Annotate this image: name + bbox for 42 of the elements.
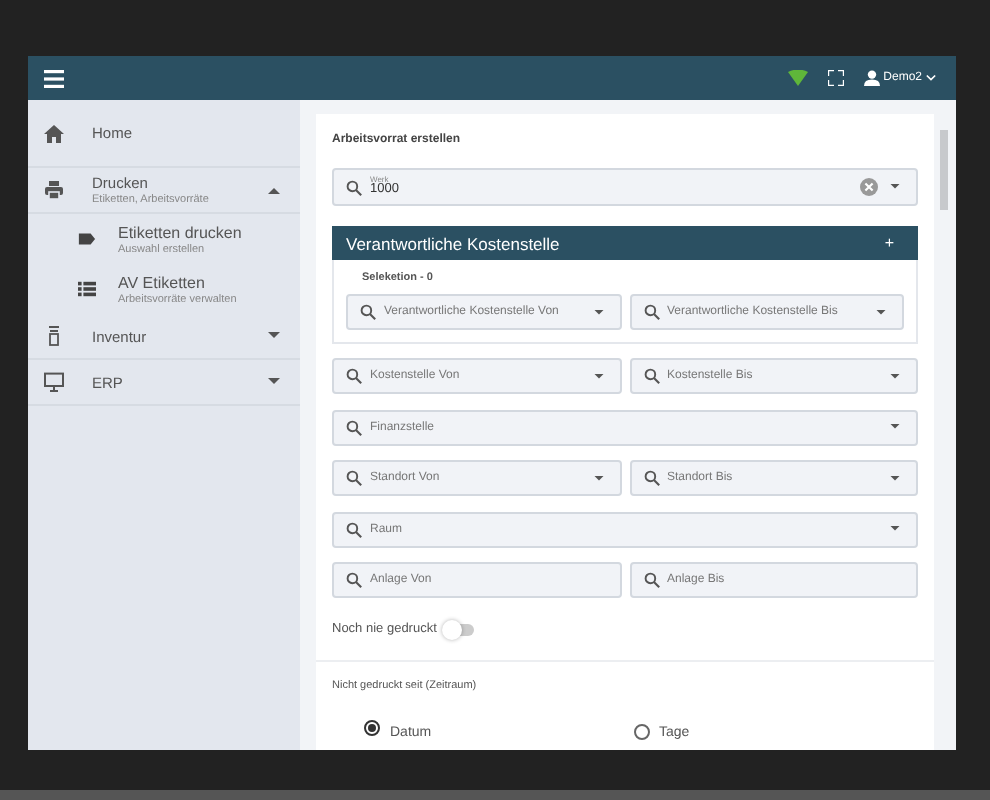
nav-label: Etiketten drucken bbox=[118, 223, 244, 241]
caret-icon bbox=[890, 184, 900, 190]
search-icon bbox=[346, 521, 362, 537]
scanner-icon bbox=[44, 326, 64, 346]
caret-icon bbox=[926, 74, 936, 82]
fullscreen-icon[interactable] bbox=[827, 70, 844, 86]
caret-icon bbox=[593, 475, 603, 481]
menu-icon[interactable] bbox=[44, 69, 64, 87]
panel-title: Verantwortliche Kostenstelle bbox=[346, 233, 560, 253]
home-icon bbox=[44, 123, 64, 143]
caret-icon bbox=[268, 332, 280, 340]
caret-icon bbox=[593, 309, 603, 315]
printer-icon bbox=[44, 180, 64, 200]
search-icon bbox=[346, 572, 362, 588]
scrollbar[interactable] bbox=[940, 130, 948, 210]
toggle-switch[interactable] bbox=[446, 623, 475, 635]
nav-label: AV Etiketten bbox=[118, 273, 207, 291]
caret-icon bbox=[890, 475, 900, 481]
caret-icon bbox=[593, 373, 603, 379]
user-icon bbox=[863, 70, 880, 86]
list-icon bbox=[78, 280, 96, 298]
caret-icon bbox=[890, 424, 900, 430]
search-icon bbox=[346, 179, 362, 195]
radio-button[interactable] bbox=[364, 719, 380, 735]
search-icon bbox=[643, 470, 659, 486]
caret-icon bbox=[890, 526, 900, 532]
add-button[interactable]: + bbox=[880, 234, 898, 252]
search-icon bbox=[360, 304, 376, 320]
clear-icon[interactable] bbox=[860, 178, 878, 196]
caret-icon bbox=[890, 373, 900, 379]
search-icon bbox=[346, 368, 362, 384]
caret-icon bbox=[268, 378, 280, 386]
caret-icon bbox=[268, 186, 280, 194]
search-icon bbox=[346, 419, 362, 435]
radio-button[interactable] bbox=[633, 724, 649, 740]
monitor-icon bbox=[44, 372, 64, 392]
search-icon bbox=[643, 572, 659, 588]
search-icon bbox=[643, 304, 659, 320]
search-icon bbox=[346, 470, 362, 486]
caret-icon bbox=[876, 309, 886, 315]
search-icon bbox=[643, 368, 659, 384]
tag-icon bbox=[78, 230, 96, 248]
